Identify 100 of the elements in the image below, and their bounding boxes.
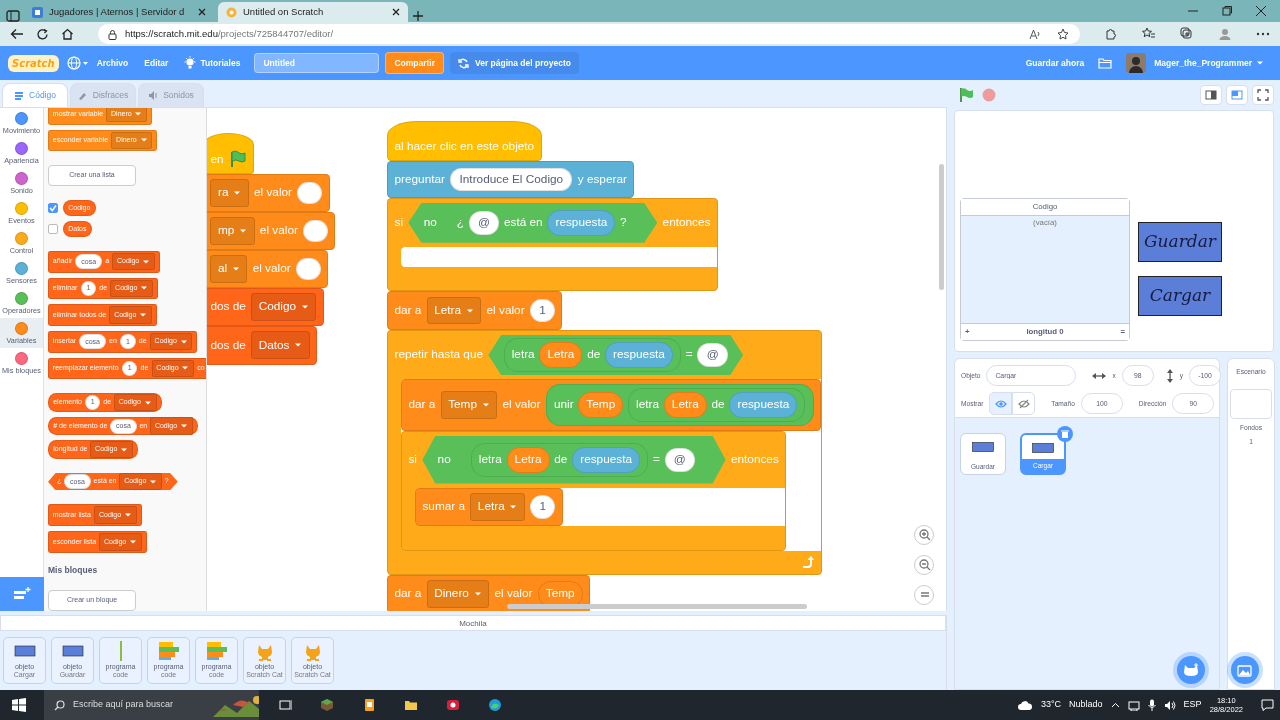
grass-block-icon[interactable] xyxy=(320,698,334,712)
share-button[interactable]: Compartir xyxy=(385,52,444,74)
microphone-icon[interactable] xyxy=(1147,699,1156,711)
variable-dropdown[interactable]: al xyxy=(210,255,248,283)
language-indicator[interactable]: ESP xyxy=(1183,698,1202,712)
reporter-block[interactable]: respuesta xyxy=(729,392,798,418)
search-field[interactable]: Escribe aquí para buscar xyxy=(44,690,259,720)
editor-tab[interactable]: Código xyxy=(2,82,68,107)
hide-button[interactable] xyxy=(1012,392,1036,415)
close-icon[interactable] xyxy=(392,8,400,16)
input-field[interactable]: 1 xyxy=(529,298,555,323)
speaker-icon[interactable] xyxy=(1163,699,1176,711)
notifications-icon[interactable] xyxy=(1261,699,1274,711)
globe-icon[interactable] xyxy=(66,56,89,70)
delete-icon[interactable] xyxy=(1057,426,1073,442)
reporter-block[interactable]: Temp xyxy=(537,581,583,607)
show-button[interactable] xyxy=(989,392,1013,415)
close-icon[interactable] xyxy=(1256,6,1266,16)
condition-block[interactable]: no letra Letra de respuesta = @ xyxy=(422,436,726,484)
condition-block[interactable]: no ¿ @ está en respuesta ? xyxy=(408,202,658,243)
variable-dropdown[interactable]: Codigo xyxy=(251,293,317,322)
menu-item[interactable]: Editar xyxy=(136,56,177,70)
condition-block[interactable]: letra Letra de respuesta = @ xyxy=(488,334,744,376)
code-block[interactable]: mp el valor xyxy=(207,211,336,250)
code-block[interactable]: ra el valor xyxy=(207,173,330,212)
code-block[interactable]: al el valor xyxy=(207,249,329,289)
small-stage-button[interactable] xyxy=(1200,85,1222,105)
backdrop-thumbnail[interactable] xyxy=(1230,388,1272,419)
input-field[interactable]: @ xyxy=(697,343,728,367)
c-block[interactable]: si no ¿ @ está en respuesta ? entonces xyxy=(387,197,718,292)
zoom-in-button[interactable] xyxy=(914,524,934,545)
zoom-out-button[interactable] xyxy=(914,554,934,575)
address-bar[interactable]: https://scratch.mit.edu/projects/725844707/editor/ xyxy=(98,24,1080,44)
variable-dropdown[interactable]: Letra xyxy=(426,296,482,325)
puzzle-icon[interactable] xyxy=(1104,27,1118,41)
stage-sprite[interactable]: Guardar xyxy=(1138,222,1222,262)
read-aloud-icon[interactable] xyxy=(1029,28,1041,40)
reporter-block[interactable]: respuesta xyxy=(572,447,641,473)
reset-zoom-button[interactable] xyxy=(914,584,934,605)
star-icon[interactable] xyxy=(1057,28,1070,40)
avatar-icon[interactable] xyxy=(1126,53,1147,73)
network-icon[interactable] xyxy=(1127,699,1140,711)
tutorials-menu[interactable]: Tutoriales xyxy=(176,56,249,70)
reporter-block[interactable]: Letra xyxy=(539,342,583,368)
code-block[interactable]: sumar a Letra 1 xyxy=(414,487,563,526)
c-block[interactable]: si no letra Letra de respuesta = @ entonces sumar a Letra 1 xyxy=(400,430,787,551)
reporter-block[interactable]: unir Temp letra Letra de respuesta xyxy=(545,384,814,426)
backpack-header[interactable]: Mochila xyxy=(0,614,946,631)
input-field[interactable] xyxy=(297,181,323,204)
variable-dropdown[interactable]: Temp xyxy=(440,391,498,420)
reload-icon[interactable] xyxy=(36,27,49,41)
editor-tab[interactable]: Disfraces xyxy=(70,82,136,107)
variable-dropdown[interactable]: ra xyxy=(210,178,249,207)
input-field[interactable] xyxy=(303,219,328,242)
favorites-icon[interactable] xyxy=(1142,27,1156,41)
browser-icon[interactable] xyxy=(488,698,502,712)
code-block[interactable]: dar a Letra el valor 1 xyxy=(387,291,563,330)
stage-sprite[interactable]: Cargar xyxy=(1138,276,1222,316)
code-block[interactable]: preguntar Introduce El Codigo y esperar xyxy=(387,161,635,198)
scrollbar[interactable] xyxy=(939,163,944,290)
collections-icon[interactable] xyxy=(1180,27,1194,41)
variable-dropdown[interactable]: Letra xyxy=(470,492,525,521)
reporter-block[interactable]: letra Letra de respuesta xyxy=(628,388,806,422)
reporter-block[interactable]: respuesta xyxy=(547,210,616,236)
reporter-block[interactable]: Letra xyxy=(663,392,707,418)
folder-icon[interactable] xyxy=(404,698,418,712)
fullscreen-button[interactable] xyxy=(1252,85,1274,105)
sidebar-icon[interactable] xyxy=(6,10,20,22)
user-menu[interactable]: Mager_the_Programmer xyxy=(1146,56,1272,70)
file-tile-icon[interactable] xyxy=(362,698,376,712)
variable-dropdown[interactable]: Datos xyxy=(251,331,310,360)
add-extension-button[interactable] xyxy=(0,576,44,611)
reporter-block[interactable]: Temp xyxy=(578,392,624,418)
cloud-icon[interactable] xyxy=(1016,699,1033,711)
recorder-icon[interactable] xyxy=(446,698,460,712)
editor-tab[interactable]: Sonidos xyxy=(138,82,204,107)
scrollbar[interactable] xyxy=(507,603,807,609)
reporter-block[interactable]: Letra xyxy=(506,447,550,473)
flag-button[interactable] xyxy=(958,87,974,103)
c-block[interactable]: repetir hasta que letra Letra de respuesta = @ dar a Temp el valor unir Temp letra Letra de respuesta si no letra Letra de respuesta = @ entonces sumar a Letra 1 xyxy=(387,329,822,576)
code-block[interactable]: dar a Temp el valor unir Temp letra Letra de respuesta xyxy=(400,379,821,431)
input-field[interactable]: @ xyxy=(664,447,695,472)
project-page-button[interactable]: Ver página del proyecto xyxy=(450,52,579,74)
input-field[interactable]: @ xyxy=(468,210,500,235)
browser-tab[interactable]: Untitled on Scratch xyxy=(218,2,408,22)
windows-start-icon[interactable] xyxy=(12,698,26,712)
close-icon[interactable] xyxy=(198,8,206,16)
restore-icon[interactable] xyxy=(1222,6,1232,16)
back-icon[interactable] xyxy=(10,28,24,40)
new-tab-icon[interactable] xyxy=(412,10,424,22)
save-now-link[interactable]: Guardar ahora xyxy=(1017,56,1093,70)
code-block[interactable]: dos de Datos xyxy=(207,326,318,365)
menu-item[interactable]: Archivo xyxy=(88,56,137,70)
input-field[interactable]: Introduce El Codigo xyxy=(450,167,573,192)
reporter-block[interactable]: letra Letra de respuesta xyxy=(470,443,649,477)
checkbox[interactable] xyxy=(48,223,58,234)
code-block[interactable]: dos de Codigo xyxy=(207,288,324,327)
input-field[interactable] xyxy=(296,258,321,280)
reporter-block[interactable]: letra Letra de respuesta xyxy=(503,338,682,372)
code-block[interactable]: dar a Dinero el valor Temp xyxy=(387,575,591,611)
